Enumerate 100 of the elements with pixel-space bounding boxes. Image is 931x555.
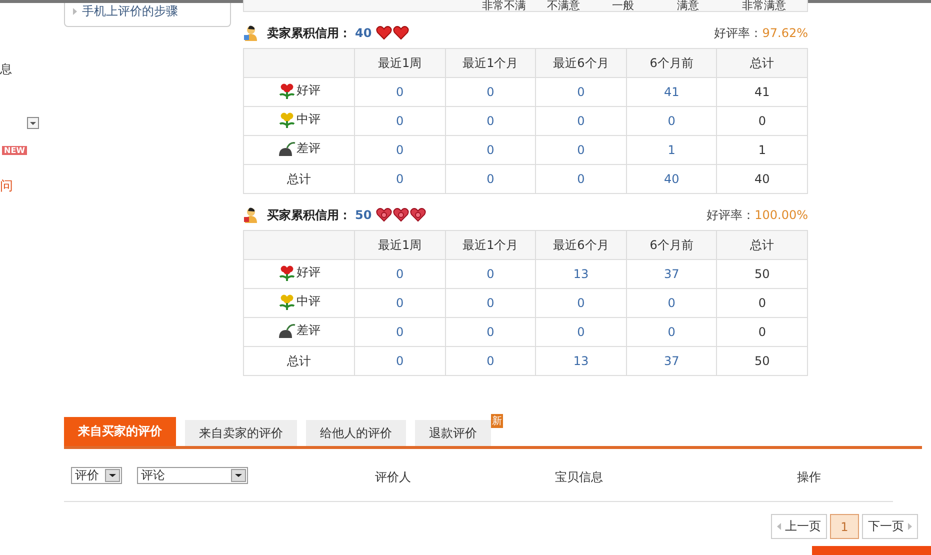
table-cell: 37 (626, 346, 717, 376)
credit-title: 买家累积信用： (267, 206, 351, 224)
table-cell: 0 (536, 136, 626, 164)
scale-label: 非常满意 (742, 0, 787, 11)
table-header: 最近1周 (354, 48, 446, 78)
table-cell: 0 (354, 288, 446, 318)
caret-icon (73, 8, 77, 15)
next-page-button[interactable]: 下一页 (862, 514, 918, 539)
rate-label: 好评率： (714, 24, 762, 42)
scale-label: 满意 (677, 0, 700, 11)
credit-score: 40 (355, 26, 372, 40)
table-cell: 0 (536, 288, 626, 318)
table-cell: 0 (445, 164, 536, 194)
rating-select[interactable]: 评价 (71, 467, 122, 484)
table-header: 最近1个月 (445, 230, 536, 260)
table-cell: 0 (445, 318, 536, 346)
sidebar-text: 息 (0, 61, 12, 78)
new-badge: 新 (491, 414, 503, 428)
row-label: 差评 (296, 322, 320, 340)
user-icon (243, 207, 259, 223)
dropdown-icon (231, 469, 246, 482)
table-cell: 0 (716, 318, 808, 346)
user-icon (243, 25, 259, 41)
column-header: 宝贝信息 (555, 469, 603, 486)
column-header: 操作 (797, 469, 821, 486)
table-cell: 0 (445, 106, 536, 136)
row-label: 总计 (287, 352, 311, 370)
table-header: 最近6个月 (536, 48, 626, 78)
table-cell: 0 (626, 318, 717, 346)
table-cell: 40 (716, 164, 808, 194)
table-cell: 50 (716, 260, 808, 288)
table-cell: 0 (445, 346, 536, 376)
row-label: 好评 (296, 264, 320, 282)
table-header: 6个月前 (626, 230, 717, 260)
positive-rate: 97.62% (762, 26, 808, 40)
row-label: 好评 (296, 82, 320, 100)
tab[interactable]: 给他人的评价 (306, 420, 406, 446)
table-cell: 41 (716, 78, 808, 106)
heart-icon (392, 208, 409, 222)
table-cell: 50 (716, 346, 808, 376)
table-cell: 0 (445, 260, 536, 288)
bomb-icon (278, 322, 296, 339)
new-badge: NEW (2, 146, 27, 155)
scale-label: 非常不满 (482, 0, 527, 11)
table-header: 总计 (716, 230, 808, 260)
flower-icon (278, 82, 296, 99)
flower-icon (278, 264, 296, 281)
table-cell: 0 (626, 106, 717, 136)
tab[interactable]: 来自卖家的评价 (185, 420, 297, 446)
help-link[interactable]: 手机上评价的步骤 (73, 3, 178, 20)
table-cell: 0 (354, 346, 446, 376)
table-cell: 0 (626, 288, 717, 318)
prev-page-button[interactable]: 上一页 (771, 514, 827, 539)
rate-label: 好评率： (706, 206, 755, 224)
table-cell: 0 (354, 136, 446, 164)
table-cell: 0 (445, 78, 536, 106)
table-cell: 0 (354, 164, 446, 194)
table-header: 总计 (716, 48, 808, 78)
table-cell: 0 (536, 318, 626, 346)
credit-title: 卖家累积信用： (267, 24, 351, 42)
scale-label: 不满意 (547, 0, 581, 11)
caret-icon (908, 523, 912, 530)
heart-icon (376, 26, 392, 40)
heart-icon (376, 208, 392, 222)
table-cell: 13 (536, 260, 626, 288)
table-cell: 0 (536, 106, 626, 136)
table-cell: 37 (626, 260, 717, 288)
table-cell: 0 (716, 288, 808, 318)
heart-icon (410, 208, 426, 222)
credit-score: 50 (355, 208, 372, 222)
row-label: 中评 (296, 293, 320, 310)
tab[interactable]: 退款评价 (415, 420, 491, 446)
table-cell: 0 (354, 260, 446, 288)
comment-select[interactable]: 评论 (137, 467, 248, 484)
row-label: 中评 (296, 111, 320, 128)
table-cell: 0 (354, 78, 446, 106)
table-header: 6个月前 (626, 48, 717, 78)
positive-rate: 100.00% (754, 208, 808, 222)
table-cell: 0 (354, 318, 446, 346)
heart-icon (392, 26, 409, 40)
dropdown-icon (105, 469, 120, 482)
scale-label: 一般 (612, 0, 635, 11)
table-cell: 41 (626, 78, 717, 106)
row-label: 差评 (296, 140, 320, 158)
table-cell: 0 (716, 106, 808, 136)
column-header: 评价人 (375, 469, 411, 486)
table-cell: 1 (626, 136, 717, 164)
caret-icon (777, 523, 781, 530)
flower-icon (278, 294, 296, 310)
table-cell: 0 (445, 136, 536, 164)
table-cell: 1 (716, 136, 808, 164)
table-cell: 0 (536, 164, 626, 194)
table-cell: 0 (536, 78, 626, 106)
flower-icon (278, 112, 296, 128)
bomb-icon (278, 140, 296, 157)
dropdown-icon[interactable] (27, 117, 39, 129)
sidebar-link[interactable]: 问 (0, 177, 13, 195)
row-label: 总计 (287, 170, 311, 188)
table-cell: 13 (536, 346, 626, 376)
table-cell: 40 (626, 164, 717, 194)
